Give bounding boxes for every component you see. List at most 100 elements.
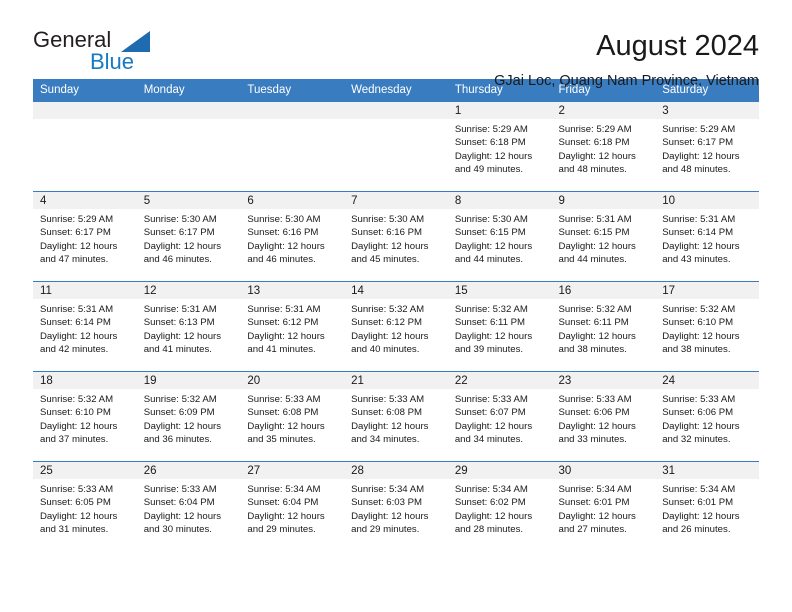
daylight-text-line1: Daylight: 12 hours [558,420,636,432]
calendar-day-cell[interactable]: 4 Sunrise: 5:29 AM Sunset: 6:17 PM Daylight… [33,191,137,282]
sunset-text: Sunset: 6:08 PM [247,407,319,419]
calendar-day-cell-empty [240,101,345,192]
sunrise-text: Sunrise: 5:32 AM [143,394,217,405]
day-details: Sunrise: 5:33 AM Sunset: 6:06 PM Daylight:… [552,389,656,447]
calendar-day-cell[interactable]: 8 Sunrise: 5:30 AM Sunset: 6:15 PM Daylight… [447,191,552,282]
sunrise-text: Sunrise: 5:31 AM [558,214,632,225]
sunset-text: Sunset: 6:12 PM [247,317,319,329]
sunrise-text: Sunrise: 5:33 AM [143,484,217,495]
sunrise-text: Sunrise: 5:32 AM [351,304,425,315]
calendar-day-cell[interactable]: 15 Sunrise: 5:32 AM Sunset: 6:11 PM Dayligh… [447,281,552,372]
daylight-text-line1: Daylight: 12 hours [143,240,222,252]
sunrise-text: Sunrise: 5:31 AM [247,304,321,315]
calendar-day-cell[interactable]: 26 Sunrise: 5:33 AM Sunset: 6:04 PM Dayligh… [136,461,241,551]
day-details: Sunrise: 5:30 AM Sunset: 6:15 PM Daylight:… [448,209,552,267]
day-details: Sunrise: 5:32 AM Sunset: 6:11 PM Daylight:… [552,299,656,357]
day-details: Sunrise: 5:30 AM Sunset: 6:16 PM Daylight:… [344,209,448,267]
day-details: Sunrise: 5:29 AM Sunset: 6:18 PM Daylight:… [448,119,552,177]
calendar-day-cell[interactable]: 17 Sunrise: 5:32 AM Sunset: 6:10 PM Dayligh… [655,281,759,372]
day-details: Sunrise: 5:30 AM Sunset: 6:17 PM Daylight:… [137,209,241,267]
calendar-day-cell[interactable]: 13 Sunrise: 5:31 AM Sunset: 6:12 PM Dayligh… [240,281,345,372]
day-number: 25 [33,462,137,479]
calendar-day-cell[interactable]: 16 Sunrise: 5:32 AM Sunset: 6:11 PM Dayligh… [551,281,656,372]
daylight-text-line2: and 32 minutes. [662,434,731,446]
daylight-text-line2: and 39 minutes. [454,344,524,356]
daylight-text-line1: Daylight: 12 hours [143,330,222,342]
calendar-day-cell[interactable]: 28 Sunrise: 5:34 AM Sunset: 6:03 PM Dayligh… [344,461,448,551]
calendar-day-cell[interactable]: 25 Sunrise: 5:33 AM Sunset: 6:05 PM Dayligh… [33,461,137,551]
calendar-day-cell-empty [344,101,448,192]
calendar-day-cell[interactable]: 30 Sunrise: 5:34 AM Sunset: 6:01 PM Dayligh… [551,461,656,551]
daylight-text-line2: and 29 minutes. [351,524,420,536]
calendar-day-cell[interactable]: 29 Sunrise: 5:34 AM Sunset: 6:02 PM Dayligh… [447,461,552,551]
calendar-day-cell[interactable]: 12 Sunrise: 5:31 AM Sunset: 6:13 PM Dayligh… [136,281,241,372]
day-details: Sunrise: 5:34 AM Sunset: 6:03 PM Daylight:… [344,479,448,537]
day-number: 24 [655,372,759,389]
day-number: 3 [655,102,759,119]
calendar-day-cell[interactable]: 31 Sunrise: 5:34 AM Sunset: 6:01 PM Dayligh… [655,461,759,551]
sunrise-text: Sunrise: 5:32 AM [40,394,114,405]
daylight-text-line1: Daylight: 12 hours [247,420,325,432]
calendar-day-cell[interactable]: 18 Sunrise: 5:32 AM Sunset: 6:10 PM Dayligh… [33,371,137,462]
sunrise-text: Sunrise: 5:34 AM [454,484,528,495]
calendar-day-cell[interactable]: 19 Sunrise: 5:32 AM Sunset: 6:09 PM Dayligh… [136,371,241,462]
day-details: Sunrise: 5:31 AM Sunset: 6:12 PM Daylight:… [240,299,344,357]
calendar-day-cell[interactable]: 10 Sunrise: 5:31 AM Sunset: 6:14 PM Dayligh… [655,191,759,282]
day-details: Sunrise: 5:31 AM Sunset: 6:15 PM Daylight:… [552,209,656,267]
sunset-text: Sunset: 6:06 PM [662,407,734,419]
calendar-day-cell[interactable]: 22 Sunrise: 5:33 AM Sunset: 6:07 PM Dayligh… [447,371,552,462]
daylight-text-line2: and 38 minutes. [662,344,731,356]
day-details: Sunrise: 5:29 AM Sunset: 6:17 PM Daylight:… [655,119,759,177]
calendar-day-cell[interactable]: 7 Sunrise: 5:30 AM Sunset: 6:16 PM Daylight… [344,191,448,282]
daylight-text-line1: Daylight: 12 hours [558,240,636,252]
sunset-text: Sunset: 6:17 PM [143,227,215,239]
daylight-text-line2: and 26 minutes. [662,524,731,536]
calendar-day-cell[interactable]: 5 Sunrise: 5:30 AM Sunset: 6:17 PM Daylight… [136,191,241,282]
daylight-text-line2: and 30 minutes. [143,524,212,536]
daylight-text-line2: and 31 minutes. [40,524,109,536]
day-details: Sunrise: 5:34 AM Sunset: 6:01 PM Daylight:… [655,479,759,537]
calendar-day-cell[interactable]: 23 Sunrise: 5:33 AM Sunset: 6:06 PM Dayligh… [551,371,656,462]
calendar-day-cell[interactable]: 2 Sunrise: 5:29 AM Sunset: 6:18 PM Daylight… [551,101,656,192]
daylight-text-line2: and 28 minutes. [454,524,524,536]
calendar-day-cell[interactable]: 24 Sunrise: 5:33 AM Sunset: 6:06 PM Dayligh… [655,371,759,462]
sunset-text: Sunset: 6:17 PM [662,137,734,149]
day-number: 8 [447,192,552,209]
calendar-day-cell[interactable]: 14 Sunrise: 5:32 AM Sunset: 6:12 PM Dayligh… [344,281,448,372]
calendar-day-cell[interactable]: 27 Sunrise: 5:34 AM Sunset: 6:04 PM Dayligh… [240,461,345,551]
day-details: Sunrise: 5:34 AM Sunset: 6:04 PM Daylight:… [240,479,344,537]
calendar-day-cell[interactable]: 21 Sunrise: 5:33 AM Sunset: 6:08 PM Dayligh… [344,371,448,462]
sunset-text: Sunset: 6:11 PM [454,317,526,329]
day-details: Sunrise: 5:32 AM Sunset: 6:10 PM Daylight:… [655,299,759,357]
calendar-day-cell[interactable]: 6 Sunrise: 5:30 AM Sunset: 6:16 PM Daylight… [240,191,345,282]
daylight-text-line2: and 47 minutes. [40,254,109,266]
daylight-text-line2: and 36 minutes. [143,434,212,446]
day-details: Sunrise: 5:33 AM Sunset: 6:07 PM Daylight:… [448,389,552,447]
sunset-text: Sunset: 6:17 PM [40,227,111,239]
calendar-day-cell[interactable]: 11 Sunrise: 5:31 AM Sunset: 6:14 PM Dayligh… [33,281,137,372]
calendar-day-cell[interactable]: 3 Sunrise: 5:29 AM Sunset: 6:17 PM Daylight… [655,101,759,192]
sunrise-text: Sunrise: 5:34 AM [247,484,321,495]
daylight-text-line2: and 43 minutes. [662,254,731,266]
day-details: Sunrise: 5:33 AM Sunset: 6:05 PM Daylight:… [33,479,137,537]
calendar-day-cell[interactable]: 9 Sunrise: 5:31 AM Sunset: 6:15 PM Daylight… [551,191,656,282]
daylight-text-line1: Daylight: 12 hours [40,510,118,522]
day-number: 1 [447,102,552,119]
day-number: 12 [136,282,241,299]
sunrise-text: Sunrise: 5:30 AM [247,214,321,225]
daylight-text-line1: Daylight: 12 hours [247,510,325,522]
calendar-day-cell[interactable]: 1 Sunrise: 5:29 AM Sunset: 6:18 PM Daylight… [447,101,552,192]
sunrise-text: Sunrise: 5:33 AM [454,394,528,405]
day-details: Sunrise: 5:31 AM Sunset: 6:13 PM Daylight:… [137,299,241,357]
sunrise-text: Sunrise: 5:31 AM [143,304,217,315]
sunrise-text: Sunrise: 5:29 AM [454,124,528,135]
daylight-text-line1: Daylight: 12 hours [351,330,429,342]
daylight-text-line1: Daylight: 12 hours [454,510,533,522]
daylight-text-line2: and 33 minutes. [558,434,627,446]
general-blue-logo[interactable]: General Blue [33,27,150,75]
day-details: Sunrise: 5:32 AM Sunset: 6:11 PM Daylight:… [448,299,552,357]
sunrise-text: Sunrise: 5:30 AM [143,214,217,225]
daylight-text-line1: Daylight: 12 hours [662,510,740,522]
calendar-day-cell[interactable]: 20 Sunrise: 5:33 AM Sunset: 6:08 PM Dayligh… [240,371,345,462]
daylight-text-line1: Daylight: 12 hours [351,240,429,252]
